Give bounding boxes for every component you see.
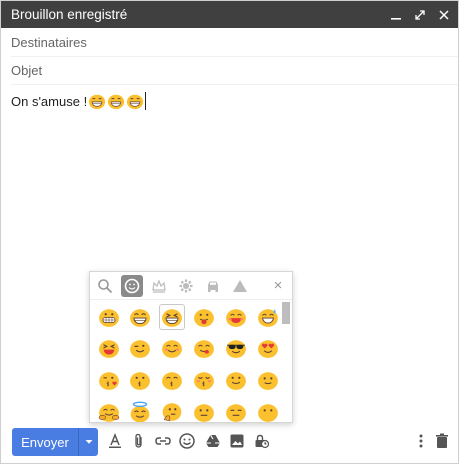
photo-icon[interactable] xyxy=(227,431,247,451)
emoji-yum[interactable] xyxy=(191,335,217,361)
attach-icon[interactable] xyxy=(129,431,149,451)
gear-icon[interactable] xyxy=(175,275,197,297)
emoji-kissing-heart[interactable] xyxy=(96,367,122,393)
window-controls xyxy=(390,9,458,21)
compose-toolbar: Envoyer xyxy=(1,419,458,463)
emoji-icon[interactable] xyxy=(177,431,197,451)
emoji-laughing[interactable] xyxy=(96,335,122,361)
recipients-field[interactable]: Destinataires xyxy=(11,29,458,57)
emoji-wink[interactable] xyxy=(127,335,153,361)
emoji-slight-smile[interactable] xyxy=(223,367,249,393)
emoji-grimacing[interactable] xyxy=(96,304,122,330)
title-bar: Brouillon enregistré xyxy=(1,1,458,28)
emoji-sweat-smile[interactable] xyxy=(255,304,281,330)
close-icon[interactable] xyxy=(438,9,450,21)
emoji-kissing-smiling-eyes[interactable] xyxy=(159,367,185,393)
picker-scroll-thumb[interactable] xyxy=(282,302,290,324)
subject-field[interactable]: Objet xyxy=(11,57,458,85)
crown-icon[interactable] xyxy=(148,275,170,297)
emoji-smile-closed-eyes[interactable] xyxy=(223,304,249,330)
emoji-smile[interactable] xyxy=(255,367,281,393)
drive-icon[interactable] xyxy=(203,431,223,451)
confidential-mode-icon[interactable] xyxy=(251,431,271,451)
more-options-icon[interactable] xyxy=(411,431,431,451)
smiley-icon[interactable] xyxy=(121,274,143,297)
search-icon[interactable] xyxy=(94,275,116,297)
grinning-emoji-icon xyxy=(127,94,144,110)
chevron-down-icon xyxy=(85,440,92,444)
close-picker-button[interactable]: × xyxy=(270,277,286,294)
emoji-tongue[interactable] xyxy=(191,304,217,330)
send-button[interactable]: Envoyer xyxy=(12,428,78,456)
emoji-kissing-closed-eyes[interactable] xyxy=(191,367,217,393)
message-text: On s'amuse ! xyxy=(11,93,88,109)
send-options-button[interactable] xyxy=(78,428,98,456)
emoji-kissing[interactable] xyxy=(127,367,153,393)
message-body[interactable]: On s'amuse ! xyxy=(11,89,448,113)
minimize-icon[interactable] xyxy=(390,9,402,21)
car-icon[interactable] xyxy=(202,275,224,297)
link-icon[interactable] xyxy=(153,431,173,451)
formatting-icon[interactable] xyxy=(105,431,125,451)
expand-icon[interactable] xyxy=(414,9,426,21)
emoji-grin[interactable] xyxy=(127,304,153,330)
emoji-sunglasses[interactable] xyxy=(223,335,249,361)
picker-scrollbar[interactable] xyxy=(282,302,290,420)
send-group: Envoyer xyxy=(12,428,98,456)
compose-window: Brouillon enregistré Destinataires Objet… xyxy=(0,0,459,464)
triangle-icon[interactable] xyxy=(229,275,251,297)
window-title: Brouillon enregistré xyxy=(11,7,128,22)
grinning-emoji-icon xyxy=(108,94,125,110)
emoji-blush[interactable] xyxy=(159,335,185,361)
emoji-picker: × xyxy=(89,271,293,423)
text-caret xyxy=(145,92,147,110)
emoji-grin-squint[interactable] xyxy=(159,304,185,330)
trash-icon[interactable] xyxy=(432,431,452,451)
grinning-emoji-icon xyxy=(89,94,106,110)
emoji-heart-eyes[interactable] xyxy=(255,335,281,361)
emoji-category-tabs: × xyxy=(90,272,292,300)
